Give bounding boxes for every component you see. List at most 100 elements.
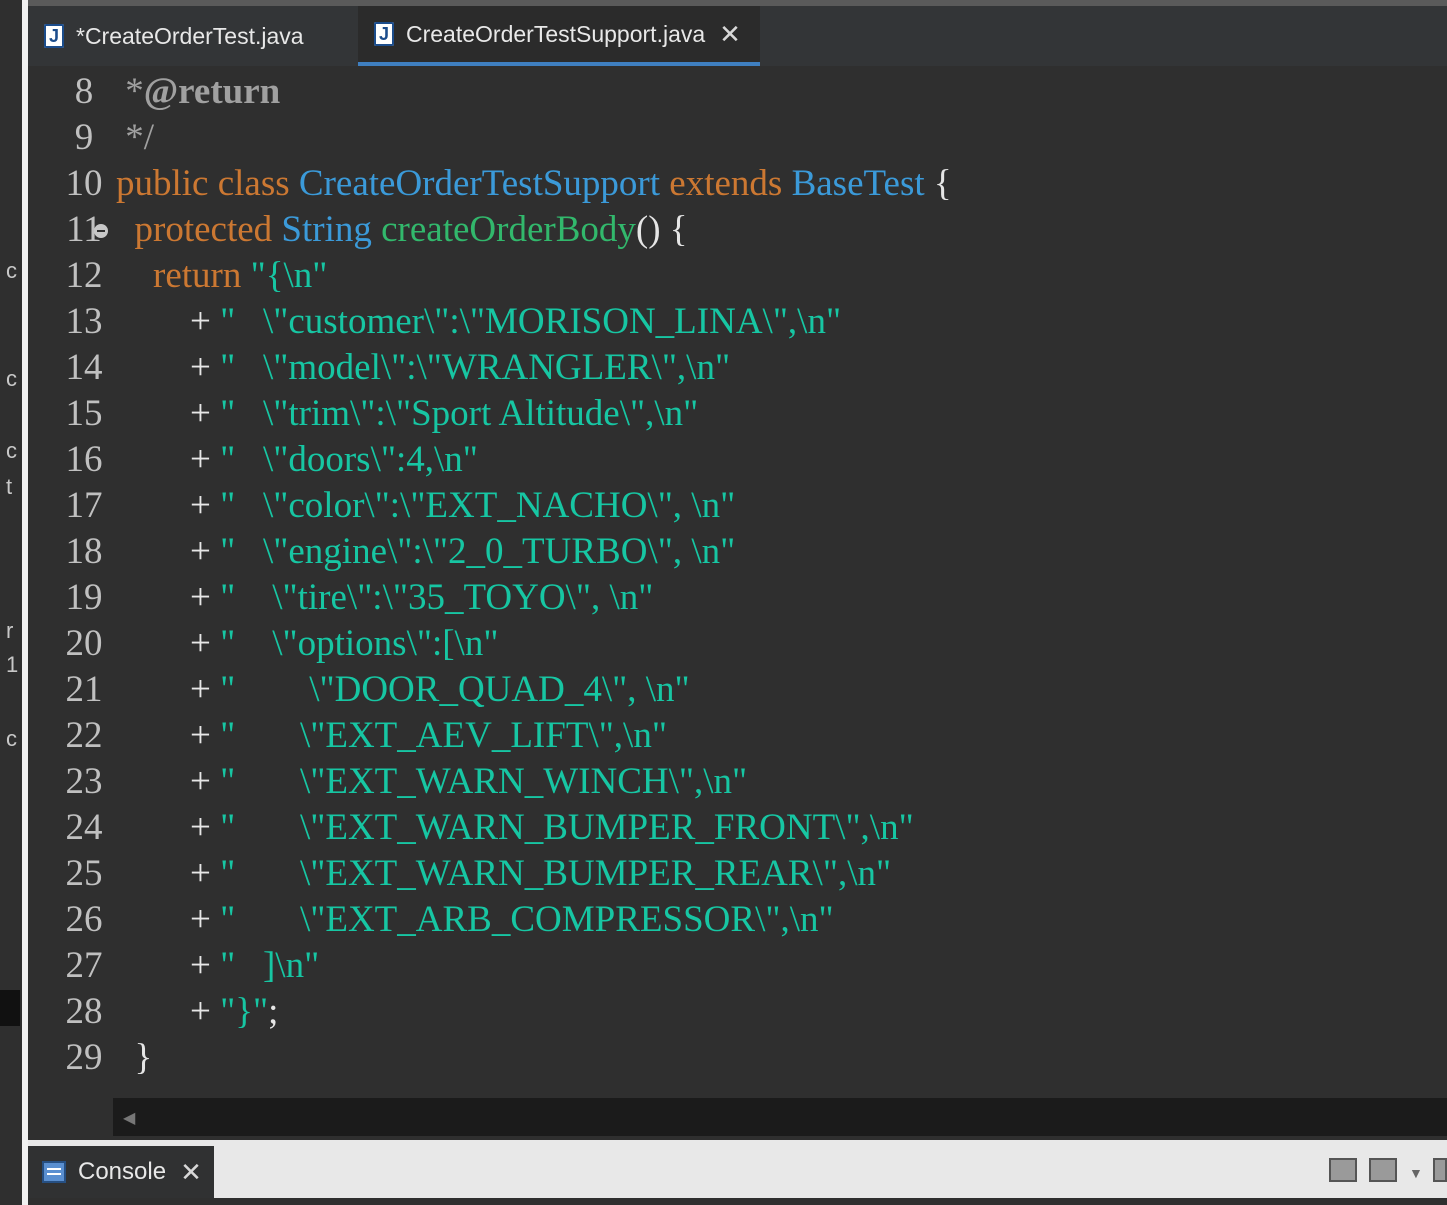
line-number: 29 xyxy=(65,1037,103,1078)
code-token: + xyxy=(116,945,221,986)
left-panel-char: c xyxy=(6,726,17,751)
code-token: " \"model\":\"WRANGLER\",\n" xyxy=(220,347,731,388)
code-token: protected xyxy=(116,209,282,250)
left-panel-block xyxy=(0,990,20,1026)
tab-console[interactable]: Console ✕ xyxy=(28,1146,214,1198)
tab-create-order-test[interactable]: *CreateOrderTest.java xyxy=(28,6,358,66)
code-text: + " \"tire\":\"35_TOYO\", \n" xyxy=(116,576,653,619)
pin-console-icon[interactable] xyxy=(1329,1158,1357,1182)
console-panel-bar: Console ✕ ▼ xyxy=(28,1140,1447,1205)
display-console-icon[interactable] xyxy=(1369,1158,1397,1182)
code-token: " \"trim\":\"Sport Altitude\",\n" xyxy=(220,393,699,434)
code-text: + "}"; xyxy=(116,990,278,1033)
close-icon[interactable]: ✕ xyxy=(719,21,741,47)
code-line[interactable]: 16 + " \"doors\":4,\n" xyxy=(28,438,1447,484)
code-text: *@return xyxy=(116,70,280,113)
code-line[interactable]: 22 + " \"EXT_AEV_LIFT\",\n" xyxy=(28,714,1447,760)
line-number: 25 xyxy=(65,853,103,894)
code-line[interactable]: 15 + " \"trim\":\"Sport Altitude\",\n" xyxy=(28,392,1447,438)
code-area[interactable]: 8 *@return 9 */10 public class CreateOrder… xyxy=(28,66,1447,1096)
scroll-left-icon[interactable]: ◀ xyxy=(123,1108,135,1128)
code-token: " \"EXT_WARN_WINCH\",\n" xyxy=(220,761,748,802)
code-text: public class CreateOrderTestSupport exte… xyxy=(116,162,952,205)
code-token: + xyxy=(116,623,221,664)
code-token: @return xyxy=(143,71,281,112)
code-text: + " \"engine\":\"2_0_TURBO\", \n" xyxy=(116,530,735,573)
line-number: 26 xyxy=(65,899,103,940)
code-token: */ xyxy=(116,117,155,158)
line-number: 16 xyxy=(65,439,103,480)
code-line[interactable]: 26 + " \"EXT_ARB_COMPRESSOR\",\n" xyxy=(28,898,1447,944)
left-panel-char: t xyxy=(6,474,13,499)
fold-collapse-icon[interactable] xyxy=(94,224,108,238)
code-token: " \"options\":[\n" xyxy=(220,623,499,664)
code-line[interactable]: 12 return "{\n" xyxy=(28,254,1447,300)
code-token: " \"customer\":\"MORISON_LINA\",\n" xyxy=(220,301,842,342)
code-line[interactable]: 24 + " \"EXT_WARN_BUMPER_FRONT\",\n" xyxy=(28,806,1447,852)
code-token: + xyxy=(116,669,221,710)
code-line[interactable]: 14 + " \"model\":\"WRANGLER\",\n" xyxy=(28,346,1447,392)
code-line[interactable]: 17 + " \"color\":\"EXT_NACHO\", \n" xyxy=(28,484,1447,530)
code-token: + xyxy=(116,393,221,434)
code-text: + " \"EXT_WARN_WINCH\",\n" xyxy=(116,760,747,803)
tab-create-order-test-support[interactable]: CreateOrderTestSupport.java ✕ xyxy=(358,6,760,66)
left-panel-char: c xyxy=(6,438,17,463)
horizontal-scrollbar[interactable]: ◀ xyxy=(113,1098,1447,1136)
code-line[interactable]: 11 protected String createOrderBody() { xyxy=(28,208,1447,254)
code-text: protected String createOrderBody() { xyxy=(116,208,688,251)
line-number: 12 xyxy=(65,255,103,296)
code-line[interactable]: 10 public class CreateOrderTestSupport ex… xyxy=(28,162,1447,208)
code-token: ; xyxy=(268,991,279,1032)
code-text: + " \"EXT_WARN_BUMPER_FRONT\",\n" xyxy=(116,806,914,849)
code-token: + xyxy=(116,899,221,940)
console-label: Console xyxy=(78,1158,167,1185)
code-editor[interactable]: *CreateOrderTest.java CreateOrderTestSup… xyxy=(28,0,1447,1140)
line-number: 8 xyxy=(74,71,94,112)
code-line[interactable]: 25 + " \"EXT_WARN_BUMPER_REAR\",\n" xyxy=(28,852,1447,898)
code-line[interactable]: 27 + " ]\n" xyxy=(28,944,1447,990)
line-number: 28 xyxy=(65,991,103,1032)
code-text: + " \"EXT_AEV_LIFT\",\n" xyxy=(116,714,667,757)
code-text: + " \"EXT_WARN_BUMPER_REAR\",\n" xyxy=(116,852,891,895)
code-token: " \"EXT_WARN_BUMPER_FRONT\",\n" xyxy=(220,807,914,848)
code-token: String xyxy=(281,209,372,250)
code-text: + " \"customer\":\"MORISON_LINA\",\n" xyxy=(116,300,841,343)
code-token: "}" xyxy=(220,991,269,1032)
line-number: 24 xyxy=(65,807,103,848)
code-token: + xyxy=(116,347,221,388)
code-line[interactable]: 8 *@return xyxy=(28,70,1447,116)
java-file-icon xyxy=(44,24,64,48)
code-line[interactable]: 19 + " \"tire\":\"35_TOYO\", \n" xyxy=(28,576,1447,622)
close-icon[interactable]: ✕ xyxy=(180,1159,202,1185)
tab-label: CreateOrderTestSupport.java xyxy=(406,20,706,47)
code-token: " \"DOOR_QUAD_4\", \n" xyxy=(220,669,690,710)
line-number: 23 xyxy=(65,761,103,802)
line-number: 20 xyxy=(65,623,103,664)
code-line[interactable]: 28 + "}"; xyxy=(28,990,1447,1036)
code-line[interactable]: 23 + " \"EXT_WARN_WINCH\",\n" xyxy=(28,760,1447,806)
code-token: + xyxy=(116,577,221,618)
code-text: + " \"doors\":4,\n" xyxy=(116,438,478,481)
code-token: " \"EXT_WARN_BUMPER_REAR\",\n" xyxy=(220,853,892,894)
code-token: () { xyxy=(635,209,688,250)
code-line[interactable]: 20 + " \"options\":[\n" xyxy=(28,622,1447,668)
code-line[interactable]: 18 + " \"engine\":\"2_0_TURBO\", \n" xyxy=(28,530,1447,576)
line-number: 27 xyxy=(65,945,103,986)
java-file-icon xyxy=(374,22,394,46)
minimize-icon[interactable] xyxy=(1433,1158,1447,1182)
line-number: 22 xyxy=(65,715,103,756)
code-token: " \"EXT_ARB_COMPRESSOR\",\n" xyxy=(220,899,834,940)
code-line[interactable]: 21 + " \"DOOR_QUAD_4\", \n" xyxy=(28,668,1447,714)
code-text: */ xyxy=(116,116,154,159)
line-number: 14 xyxy=(65,347,103,388)
code-line[interactable]: 13 + " \"customer\":\"MORISON_LINA\",\n" xyxy=(28,300,1447,346)
chevron-down-icon[interactable]: ▼ xyxy=(1409,1165,1423,1181)
code-token: " \"EXT_AEV_LIFT\",\n" xyxy=(220,715,667,756)
code-text: + " \"DOOR_QUAD_4\", \n" xyxy=(116,668,690,711)
console-icon xyxy=(42,1161,66,1183)
code-line[interactable]: 29 } xyxy=(28,1036,1447,1082)
code-line[interactable]: 9 */ xyxy=(28,116,1447,162)
line-number: 15 xyxy=(65,393,103,434)
code-token: " \"engine\":\"2_0_TURBO\", \n" xyxy=(220,531,736,572)
